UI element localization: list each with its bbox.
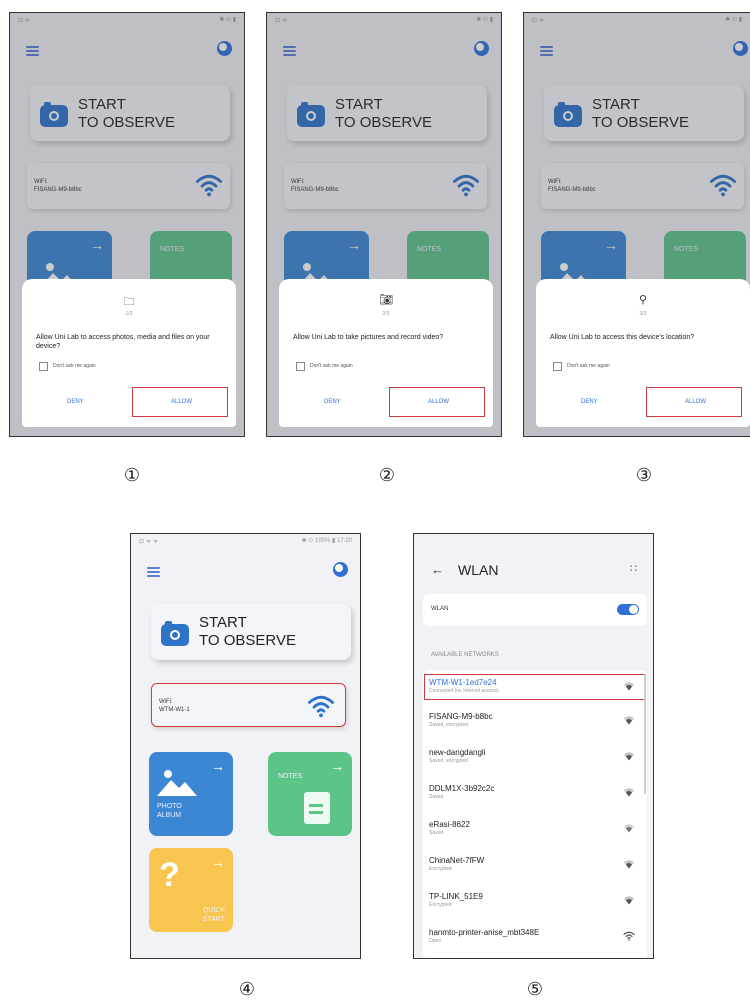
dialog-step: 2/3 bbox=[382, 311, 390, 317]
wifi-signal-icon bbox=[623, 823, 635, 833]
photo-label-2: ALBUM bbox=[157, 812, 182, 819]
network-status: Saved bbox=[429, 830, 444, 836]
dialog-prompt: Allow Uni Lab to take pictures and recor… bbox=[293, 334, 444, 341]
step-number-3: ③ bbox=[635, 465, 653, 485]
step-number-5: ⑤ bbox=[526, 979, 544, 999]
scrollbar[interactable] bbox=[644, 674, 646, 794]
network-status: Saved, encrypted bbox=[429, 758, 468, 764]
location-icon: ⚲ bbox=[638, 294, 648, 306]
network-status: Saved bbox=[429, 794, 444, 800]
wifi-label: WiFi: bbox=[159, 699, 173, 705]
dialog-step: 3/3 bbox=[639, 311, 647, 317]
wifi-signal-icon bbox=[623, 787, 635, 797]
network-item-8[interactable]: hanmto-printer-anise_mbt348E Open bbox=[429, 928, 641, 944]
more-icon[interactable]: ∷ bbox=[630, 562, 637, 575]
photo-label-1: PHOTO bbox=[157, 803, 182, 810]
quick-label-2: START bbox=[202, 916, 225, 923]
dont-ask-label: Don't ask me again bbox=[310, 363, 353, 369]
allow-highlight bbox=[389, 387, 485, 417]
permission-dialog: 🗀 1/3 Allow Uni Lab to access photos, me… bbox=[22, 279, 236, 427]
page-title: WLAN bbox=[458, 562, 499, 578]
dont-ask-label: Don't ask me again bbox=[53, 363, 96, 369]
deny-button[interactable]: DENY bbox=[67, 399, 84, 405]
notes-tile[interactable]: → NOTES bbox=[268, 752, 352, 836]
network-name: TP-LINK_51E9 bbox=[429, 892, 483, 901]
network-item-6[interactable]: ChinaNet-7fFW Encrypted bbox=[429, 856, 641, 872]
deny-button[interactable]: DENY bbox=[324, 399, 341, 405]
wifi-card[interactable]: WiFi: WTM-W1-1 bbox=[151, 683, 346, 727]
step-number-1: ① bbox=[123, 465, 141, 485]
screen-2: ⊡ ᯤ ✱ ⬭ ▮ START TO OBSERVE WiFi: FISANG-M… bbox=[266, 12, 502, 437]
network-status: Open bbox=[429, 938, 442, 944]
status-right: ✱ ⬭ 100% ▮ 17:20 bbox=[301, 538, 352, 544]
dont-ask-checkbox[interactable] bbox=[39, 362, 48, 371]
wifi-ssid: WTM-W1-1 bbox=[159, 707, 190, 713]
allow-highlight bbox=[646, 387, 742, 417]
step-number-2: ② bbox=[378, 465, 396, 485]
arrow-right-icon: → bbox=[211, 854, 225, 870]
dark-mode-icon[interactable] bbox=[333, 562, 348, 577]
network-item-5[interactable]: eRasi-8622 Saved bbox=[429, 820, 641, 836]
wifi-signal-icon bbox=[623, 859, 635, 869]
dont-ask-label: Don't ask me again bbox=[567, 363, 610, 369]
network-status: Saved, encrypted bbox=[429, 722, 468, 728]
question-icon: ? bbox=[159, 856, 180, 894]
network-status: Encrypted bbox=[429, 866, 452, 872]
wifi-icon bbox=[307, 694, 335, 718]
wifi-signal-icon bbox=[623, 751, 635, 761]
photo-album-tile[interactable]: → PHOTO ALBUM bbox=[149, 752, 233, 836]
start-line1: START bbox=[199, 614, 247, 631]
start-observe-button[interactable]: START TO OBSERVE bbox=[151, 604, 351, 660]
camera-icon: 📷︎ bbox=[379, 294, 393, 306]
permission-dialog: ⚲ 3/3 Allow Uni Lab to access this devic… bbox=[536, 279, 750, 427]
available-networks-heading: AVAILABLE NETWORKS bbox=[431, 652, 499, 658]
network-item-4[interactable]: DDLM1X-3b92c2c Saved bbox=[429, 784, 641, 800]
network-status: Encrypted bbox=[429, 902, 452, 908]
notes-label: NOTES bbox=[278, 773, 303, 780]
mountain-icon bbox=[157, 766, 197, 796]
allow-highlight bbox=[132, 387, 228, 417]
deny-button[interactable]: DENY bbox=[581, 399, 598, 405]
permission-dialog: 📷︎ 2/3 Allow Uni Lab to take pictures an… bbox=[279, 279, 493, 427]
document-icon bbox=[304, 792, 330, 824]
network-name: ChinaNet-7fFW bbox=[429, 856, 485, 865]
folder-icon: 🗀 bbox=[123, 296, 135, 308]
menu-icon[interactable] bbox=[147, 567, 160, 577]
dialog-prompt: Allow Uni Lab to access photos, media an… bbox=[36, 334, 210, 350]
wifi-signal-icon bbox=[623, 715, 635, 725]
network-item-2[interactable]: FISANG-M9-b8bc Saved, encrypted bbox=[429, 712, 641, 728]
wlan-toggle-row: WLAN bbox=[423, 594, 647, 626]
network-name: new-dangdangli bbox=[429, 748, 486, 757]
network-name: FISANG-M9-b8bc bbox=[429, 712, 493, 721]
status-left: ⊡ ᯤ ᯤ bbox=[139, 539, 159, 545]
network-item-3[interactable]: new-dangdangli Saved, encrypted bbox=[429, 748, 641, 764]
wlan-label: WLAN bbox=[431, 606, 449, 612]
network-list: WTM-W1-1ed7e24 Connected (no Internet ac… bbox=[423, 670, 647, 958]
start-line2: TO OBSERVE bbox=[199, 632, 296, 649]
dialog-prompt: Allow Uni Lab to access this device's lo… bbox=[550, 334, 695, 341]
arrow-right-icon: → bbox=[211, 758, 225, 774]
screen-1: ⊡ ᯤ ✱ ⬭ ▮ START TO OBSERVE WiFi: FISANG-M… bbox=[9, 12, 245, 437]
wlan-toggle[interactable] bbox=[617, 604, 639, 615]
wifi-signal-icon bbox=[623, 895, 635, 905]
dont-ask-checkbox[interactable] bbox=[296, 362, 305, 371]
screen-3: ⊡ ᯤ ✱ ⬭ ▮ START TO OBSERVE WiFi: FISANG-M… bbox=[523, 12, 750, 437]
network-name: hanmto-printer-anise_mbt348E bbox=[429, 928, 540, 937]
quick-start-tile[interactable]: → ? QUICK START bbox=[149, 848, 233, 932]
arrow-right-icon: → bbox=[330, 758, 344, 774]
step-number-4: ④ bbox=[238, 979, 256, 999]
network-item-7[interactable]: TP-LINK_51E9 Encrypted bbox=[429, 892, 641, 908]
back-arrow-icon[interactable]: ← bbox=[431, 562, 444, 577]
dont-ask-checkbox[interactable] bbox=[553, 362, 562, 371]
camera-icon bbox=[161, 621, 189, 646]
dialog-step: 1/3 bbox=[125, 311, 133, 317]
network-name: eRasi-8622 bbox=[429, 820, 470, 829]
wifi-signal-icon bbox=[623, 931, 635, 941]
quick-label-1: QUICK bbox=[202, 907, 225, 914]
screen-5: ← WLAN ∷ WLAN AVAILABLE NETWORKS WTM-W1-… bbox=[413, 533, 654, 959]
network-name: DDLM1X-3b92c2c bbox=[429, 784, 495, 793]
screen-4: ⊡ ᯤ ᯤ ✱ ⬭ 100% ▮ 17:20 START TO OBSERVE … bbox=[130, 533, 361, 959]
connected-network-highlight bbox=[424, 674, 646, 700]
